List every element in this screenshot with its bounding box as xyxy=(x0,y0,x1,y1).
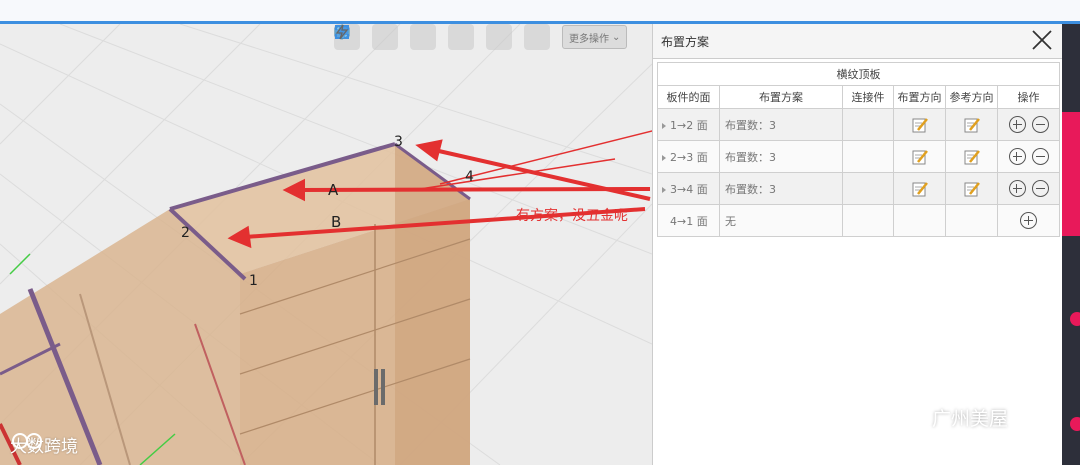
right-sidebar xyxy=(1062,24,1080,465)
plan-table: 横纹顶板 板件的面 布置方案 连接件 布置方向 参考方向 操作 1→2 面 布置… xyxy=(657,62,1060,237)
col-operations: 操作 xyxy=(997,85,1060,109)
edit-reference-icon[interactable] xyxy=(963,116,981,134)
cabinet-3d-scene xyxy=(0,24,652,465)
add-icon[interactable] xyxy=(1008,116,1026,133)
close-icon[interactable] xyxy=(1030,28,1054,52)
expand-triangle-icon[interactable] xyxy=(662,186,666,193)
face-label: 1→2 面 xyxy=(670,118,708,132)
arrow-label-a: A xyxy=(328,181,339,199)
lightning-icon[interactable] xyxy=(335,24,550,50)
point-label-1: 1 xyxy=(249,273,258,289)
col-face: 板件的面 xyxy=(657,85,720,109)
sidebar-badge xyxy=(1070,417,1080,431)
chevron-down-icon: ⌄ xyxy=(612,31,621,43)
table-row[interactable]: 4→1 面 无 xyxy=(657,204,1060,237)
face-label: 4→1 面 xyxy=(670,214,708,228)
wechat-icon xyxy=(900,407,925,427)
sidebar-active-item[interactable] xyxy=(1062,112,1080,236)
cube-icon[interactable] xyxy=(334,24,436,50)
panel-title: 布置方案 xyxy=(661,35,710,49)
panel-header: 布置方案 xyxy=(653,24,1062,59)
more-operations-button[interactable]: 更多操作 ⌄ xyxy=(562,25,628,49)
add-icon[interactable] xyxy=(1020,212,1037,229)
top-bar xyxy=(0,0,1080,24)
watermark-right-text: 广州美屋 xyxy=(932,408,1009,430)
connector-cell xyxy=(842,204,894,237)
point-label-2: 2 xyxy=(181,225,190,241)
table-row[interactable]: 2→3 面 布置数：3 xyxy=(657,140,1060,173)
target-icon[interactable] xyxy=(335,24,398,50)
more-operations-label: 更多操作 xyxy=(569,33,609,45)
copy-icon[interactable] xyxy=(336,24,474,50)
edit-direction-icon[interactable] xyxy=(911,148,929,166)
point-label-4: 4 xyxy=(465,169,474,185)
expand-triangle-icon[interactable] xyxy=(662,122,666,129)
connector-cell xyxy=(842,140,894,173)
col-reference: 参考方向 xyxy=(945,85,998,109)
face-label: 2→3 面 xyxy=(670,150,708,164)
col-plan: 布置方案 xyxy=(719,85,843,109)
plan-value: 布置数：3 xyxy=(719,108,843,141)
remove-icon[interactable] xyxy=(1031,180,1049,197)
plan-value: 布置数：3 xyxy=(719,140,843,173)
add-icon[interactable] xyxy=(1008,180,1026,197)
fullscreen-icon[interactable] xyxy=(335,24,512,50)
table-row[interactable]: 3→4 面 布置数：3 xyxy=(657,172,1060,205)
watermark-left: 大数跨境 xyxy=(10,432,78,457)
add-icon[interactable] xyxy=(1008,148,1026,165)
reference-cell xyxy=(945,204,998,237)
connector-cell xyxy=(842,172,894,205)
sidebar-badge xyxy=(1070,312,1080,326)
plan-value: 无 xyxy=(719,204,843,237)
edit-reference-icon[interactable] xyxy=(963,148,981,166)
plan-value: 布置数：3 xyxy=(719,172,843,205)
annotation-text: 有方案，没五金呢 xyxy=(516,208,628,224)
cabinet-model xyxy=(0,142,471,465)
edit-direction-icon[interactable] xyxy=(911,180,929,198)
edit-direction-icon[interactable] xyxy=(911,116,929,134)
3d-viewport[interactable]: 更多操作 ⌄ 3 4 2 1 A B 有方案，没五金呢 大数跨境 xyxy=(0,24,652,465)
group-header: 横纹顶板 xyxy=(657,62,1060,86)
edit-reference-icon[interactable] xyxy=(963,180,981,198)
arrow-label-b: B xyxy=(331,213,342,231)
direction-cell xyxy=(893,204,946,237)
face-label: 3→4 面 xyxy=(670,182,708,196)
point-label-3: 3 xyxy=(394,134,403,150)
expand-triangle-icon[interactable] xyxy=(662,154,666,161)
remove-icon[interactable] xyxy=(1031,116,1049,133)
col-direction: 布置方向 xyxy=(893,85,946,109)
layout-plan-panel: 布置方案 横纹顶板 板件的面 布置方案 连接件 布置方向 参考方向 操作 1→2… xyxy=(652,24,1062,465)
col-connector: 连接件 xyxy=(842,85,894,109)
table-row[interactable]: 1→2 面 布置数：3 xyxy=(657,108,1060,141)
remove-icon[interactable] xyxy=(1031,148,1049,165)
connector-cell xyxy=(842,108,894,141)
watermark-logo-icon xyxy=(12,433,42,449)
watermark-right: 广州美屋 xyxy=(900,404,1008,431)
viewport-toolbar: 更多操作 ⌄ xyxy=(334,24,628,50)
